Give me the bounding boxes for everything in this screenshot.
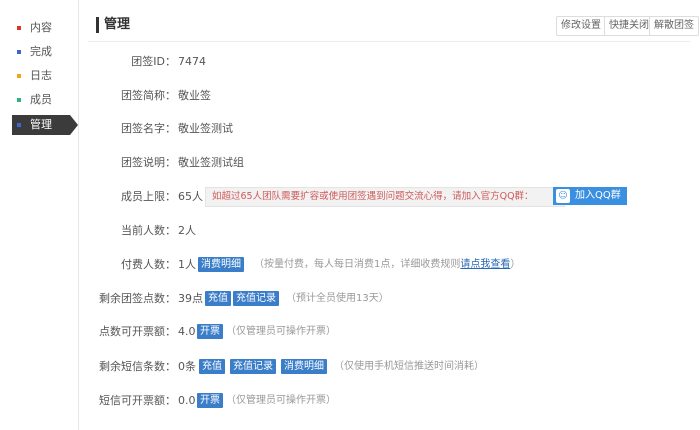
description-value: 敬业签测试组	[178, 156, 244, 169]
hint-prefix: （按量付费，每人每日消费1点，详细收费规则	[254, 259, 461, 270]
paid-count-value: 1人	[178, 258, 196, 271]
field-label: 成员上限：	[121, 190, 176, 203]
current-count-row: 当前人数： 2人	[88, 222, 688, 240]
recharge-sms-button[interactable]: 充值	[199, 359, 225, 374]
sms-remaining-value: 0条	[178, 360, 196, 373]
sidebar-item-label: 日志	[30, 69, 52, 82]
sidebar-item-content[interactable]: 内容	[12, 18, 76, 38]
sidebar-item-manage[interactable]: 管理	[12, 115, 78, 135]
join-qq-group-label: 加入QQ群	[575, 190, 621, 201]
description-row: 团签说明： 敬业签测试组	[88, 154, 688, 172]
members-dot-icon	[17, 98, 21, 102]
fee-rules-link[interactable]: 请点我查看	[460, 259, 510, 270]
recharge-sms-record-button[interactable]: 充值记录	[230, 359, 276, 374]
edit-settings-button[interactable]: 修改设置	[556, 16, 606, 36]
main-panel: 管理 修改设置 快捷关闭 解散团签 团签ID： 7474 团签简称： 敬业签 团…	[88, 0, 700, 430]
invoice-points-hint: （仅管理员可操作开票）	[226, 326, 336, 337]
remaining-points-row: 剩余团签点数： 39点 充值 充值记录 （预计全员使用13天）	[88, 290, 688, 308]
consumption-detail-button[interactable]: 消费明细	[198, 257, 244, 272]
invoice-points-row: 点数可开票额： 4.0 开票 （仅管理员可操作开票）	[88, 323, 688, 341]
remaining-points-hint: （预计全员使用13天）	[286, 293, 389, 304]
field-label: 付费人数：	[121, 258, 176, 271]
short-name-row: 团签简称： 敬业签	[88, 87, 688, 105]
field-label: 团签说明：	[121, 156, 176, 169]
sidebar-item-label: 成员	[30, 93, 52, 106]
sidebar-item-label: 内容	[30, 21, 52, 34]
recharge-points-button[interactable]: 充值	[205, 291, 231, 306]
sms-consumption-detail-button[interactable]: 消费明细	[281, 359, 327, 374]
field-label: 团签ID：	[131, 55, 176, 68]
page-title: 管理	[104, 17, 131, 32]
expand-promo-text: 如超过65人团队需要扩容或使用团签遇到问题交流心得，请加入官方QQ群：82324…	[205, 187, 565, 207]
sidebar: 内容 完成 日志 成员 管理	[0, 0, 79, 430]
title-accent-bar	[96, 17, 99, 33]
recharge-points-record-button[interactable]: 充值记录	[233, 291, 279, 306]
field-label: 团签简称：	[121, 89, 176, 102]
field-label: 当前人数：	[121, 224, 176, 237]
dissolve-team-button[interactable]: 解散团签	[649, 16, 699, 36]
sidebar-item-log[interactable]: 日志	[12, 66, 76, 86]
paid-count-row: 付费人数： 1人 消费明细 （按量付费，每人每日消费1点，详细收费规则请点我查看…	[88, 256, 688, 274]
sidebar-item-label: 完成	[30, 45, 52, 58]
current-count-value: 2人	[178, 224, 196, 237]
qq-group-icon: ☺	[556, 189, 570, 203]
sidebar-item-done[interactable]: 完成	[12, 42, 76, 62]
field-label: 点数可开票额：	[99, 325, 176, 338]
header-divider	[88, 41, 690, 42]
name-value: 敬业签测试	[178, 122, 233, 135]
hint-suffix: ）	[510, 259, 521, 270]
invoice-points-button[interactable]: 开票	[197, 324, 223, 339]
team-id-value: 7474	[178, 55, 206, 68]
team-id-row: 团签ID： 7474	[88, 53, 688, 71]
quick-close-button[interactable]: 快捷关闭	[604, 16, 654, 36]
sms-remaining-hint: （仅使用手机短信推送时间消耗）	[334, 361, 484, 372]
field-label: 剩余团签点数：	[99, 292, 176, 305]
short-name-value: 敬业签	[178, 89, 211, 102]
paid-count-hint: （按量付费，每人每日消费1点，详细收费规则请点我查看）	[254, 256, 520, 274]
sms-remaining-row: 剩余短信条数： 0条 充值 充值记录 消费明细 （仅使用手机短信推送时间消耗）	[88, 358, 688, 376]
sidebar-item-label: 管理	[30, 118, 52, 131]
manage-dot-icon	[17, 123, 21, 127]
sms-invoice-value: 0.0	[178, 394, 196, 407]
done-dot-icon	[17, 50, 21, 54]
sms-invoice-row: 短信可开票额： 0.0 开票 （仅管理员可操作开票）	[88, 392, 688, 410]
field-label: 团签名字：	[121, 122, 176, 135]
join-qq-group-button[interactable]: ☺ 加入QQ群	[553, 187, 627, 205]
log-dot-icon	[17, 74, 21, 78]
invoice-points-value: 4.0	[178, 325, 196, 338]
sms-invoice-hint: （仅管理员可操作开票）	[226, 395, 336, 406]
field-label: 剩余短信条数：	[99, 360, 176, 373]
content-dot-icon	[17, 26, 21, 30]
field-label: 短信可开票额：	[99, 394, 176, 407]
member-limit-value: 65人	[178, 190, 203, 203]
name-row: 团签名字： 敬业签测试	[88, 120, 688, 138]
remaining-points-value: 39点	[178, 292, 203, 305]
sidebar-item-members[interactable]: 成员	[12, 90, 76, 110]
invoice-sms-button[interactable]: 开票	[197, 393, 223, 408]
